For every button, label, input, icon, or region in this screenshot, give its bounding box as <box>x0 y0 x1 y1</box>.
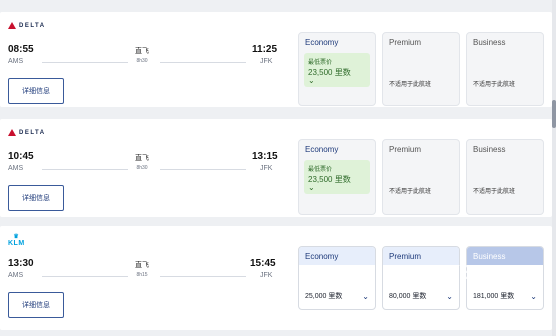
fare-business: Business 不适用于此航班 <box>466 32 544 106</box>
route-line <box>42 276 128 277</box>
departure-airport: AMS <box>8 272 24 279</box>
arrival-airport: JFK <box>260 272 273 279</box>
fare-title: Economy <box>305 252 339 261</box>
fare-economy[interactable]: Economy 25,000 里数 ⌄ <box>298 246 376 310</box>
fare-title: Economy <box>305 145 339 154</box>
departure-time: 13:30 <box>8 258 34 269</box>
stops-label: 直飞 <box>135 155 149 162</box>
fare-price-row[interactable]: 181,000 里数 ⌄ <box>473 291 537 301</box>
route-line <box>42 62 128 63</box>
fare-title: Premium <box>389 145 422 154</box>
fare-premium: Premium 不适用于此航班 <box>382 139 460 215</box>
flight-card: DELTA 10:45 AMS 直飞 8h30 13:15 JFK 详细信息 E… <box>0 119 552 217</box>
scrollbar-thumb[interactable] <box>552 100 556 128</box>
not-available-note: 不适用于此航班 <box>473 82 516 88</box>
fare-economy[interactable]: Economy 最低票价 23,500 里数 ⌄ <box>298 139 376 215</box>
watermark: FLYERT <box>422 262 504 284</box>
scrollbar[interactable] <box>552 0 556 336</box>
chevron-down-icon[interactable]: ⌄ <box>308 76 315 85</box>
route-line <box>160 169 246 170</box>
fare-price-row[interactable]: 25,000 里数 ⌄ <box>305 291 369 301</box>
lowest-fare-box[interactable]: 最低票价 23,500 里数 ⌄ <box>304 53 370 87</box>
fare-title: Business <box>473 145 506 154</box>
chevron-down-icon[interactable]: ⌄ <box>530 292 537 301</box>
flight-card: DELTA 08:55 AMS 直飞 8h30 11:25 JFK 详细信息 E… <box>0 12 552 107</box>
airline-logo: DELTA <box>8 129 46 136</box>
fare-economy[interactable]: Economy 最低票价 23,500 里数 ⌄ <box>298 32 376 106</box>
arrival-airport: JFK <box>260 58 273 65</box>
fare-title: Premium <box>389 38 422 47</box>
lowest-fare-label: 最低票价 <box>308 60 333 66</box>
departure-airport: AMS <box>8 58 24 65</box>
route-line <box>160 62 246 63</box>
airline-name: KLM <box>8 240 25 247</box>
chevron-down-icon[interactable]: ⌄ <box>308 183 315 192</box>
lowest-fare-box[interactable]: 最低票价 23,500 里数 ⌄ <box>304 160 370 194</box>
departure-time: 08:55 <box>8 44 34 55</box>
arrival-time: 11:25 <box>252 44 278 55</box>
route-line <box>42 169 128 170</box>
route-line <box>160 276 246 277</box>
fare-price: 181,000 里数 <box>473 293 515 300</box>
delta-logo-icon <box>8 22 16 29</box>
fare-premium: Premium 不适用于此航班 <box>382 32 460 106</box>
lowest-fare-label: 最低票价 <box>308 167 333 173</box>
fare-price: 25,000 里数 <box>305 293 343 300</box>
duration-label: 8h30 <box>136 165 148 171</box>
not-available-note: 不适用于此航班 <box>473 189 516 195</box>
fare-business: Business 不适用于此航班 <box>466 139 544 215</box>
arrival-time: 15:45 <box>250 258 276 269</box>
fare-price-row[interactable]: 80,000 里数 ⌄ <box>389 291 453 301</box>
departure-airport: AMS <box>8 165 24 172</box>
fare-price: 80,000 里数 <box>389 293 427 300</box>
details-button[interactable]: 详细信息 <box>8 292 64 318</box>
chevron-down-icon[interactable]: ⌄ <box>446 292 453 301</box>
chevron-down-icon[interactable]: ⌄ <box>362 292 369 301</box>
fare-title: Premium <box>389 252 422 261</box>
not-available-note: 不适用于此航班 <box>389 189 432 195</box>
airline-name: DELTA <box>19 129 46 136</box>
arrival-airport: JFK <box>260 165 273 172</box>
airline-logo: ♛ KLM <box>8 234 25 247</box>
delta-logo-icon <box>8 129 16 136</box>
not-available-note: 不适用于此航班 <box>389 82 432 88</box>
duration-label: 8h30 <box>136 58 148 64</box>
fare-title: Economy <box>305 38 339 47</box>
stops-label: 直飞 <box>135 48 149 55</box>
fare-header: Economy <box>299 247 375 265</box>
departure-time: 10:45 <box>8 151 34 162</box>
duration-label: 8h15 <box>136 272 148 278</box>
airline-logo: DELTA <box>8 22 46 29</box>
fare-title: Business <box>473 252 506 261</box>
details-button[interactable]: 详细信息 <box>8 185 64 211</box>
details-button[interactable]: 详细信息 <box>8 78 64 104</box>
airline-name: DELTA <box>19 22 46 29</box>
fare-title: Business <box>473 38 506 47</box>
klm-logo-icon: ♛ KLM <box>8 234 25 247</box>
arrival-time: 13:15 <box>252 151 278 162</box>
stops-label: 直飞 <box>135 262 149 269</box>
